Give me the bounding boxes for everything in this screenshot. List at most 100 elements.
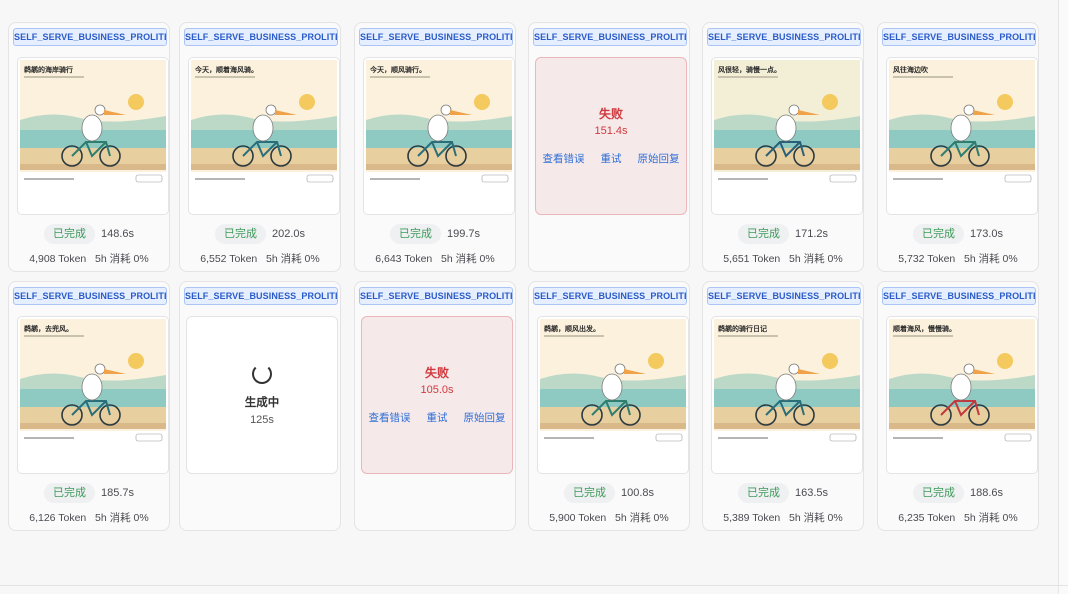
token-usage: 6,235 Token 5h 消耗 0% — [878, 510, 1038, 525]
thumbnail-preview: 顺着海风，慢慢骑。 — [889, 319, 1035, 449]
result-card-failed[interactable]: SELF_SERVE_BUSINESS_PROLITE 失败 105.0s 查看… — [354, 281, 516, 531]
poster-footer-button — [135, 433, 163, 442]
result-card[interactable]: SELF_SERVE_BUSINESS_PROLITE 鹈鹕，去兜风。 已完成 … — [8, 281, 170, 531]
duration: 148.6s — [100, 228, 135, 240]
poster-footer-text-line — [195, 178, 245, 180]
quota-usage: 5h 消耗 0% — [266, 253, 320, 265]
duration: 100.8s — [620, 487, 655, 499]
raw-response-link[interactable]: 原始回复 — [464, 410, 506, 425]
token-usage: 6,643 Token 5h 消耗 0% — [355, 251, 515, 266]
model-tag: SELF_SERVE_BUSINESS_PROLITE — [184, 287, 338, 305]
failure-duration: 105.0s — [420, 384, 454, 396]
view-error-link[interactable]: 查看错误 — [369, 410, 411, 425]
thumbnail-frame[interactable]: 鹈鹕，顺风出发。 — [537, 316, 689, 474]
thumbnail-preview: 鹈鹕，去兜风。 — [20, 319, 166, 449]
status-badge: 已完成 — [214, 224, 266, 244]
thumbnail-frame[interactable]: 鹈鹕，去兜风。 — [17, 316, 169, 474]
thumbnail-frame[interactable]: 鹈鹕的骑行日记 — [711, 316, 863, 474]
thumbnail-frame[interactable]: 今天，顺风骑行。 — [363, 57, 515, 215]
poster-subtitle-line — [718, 335, 778, 337]
result-card-failed[interactable]: SELF_SERVE_BUSINESS_PROLITE 失败 151.4s 查看… — [528, 22, 690, 272]
pelican-body-icon — [775, 114, 797, 142]
poster-footer-text-line — [893, 437, 943, 439]
sun-icon — [822, 353, 838, 369]
result-card-generating[interactable]: SELF_SERVE_BUSINESS_PROLITE 生成中 125s — [179, 281, 341, 531]
status-row: 已完成 188.6s — [878, 482, 1038, 504]
generating-panel: 生成中 125s — [186, 316, 338, 474]
poster-footer-button — [1004, 433, 1032, 442]
thumbnail-frame[interactable]: 风往海边吹 — [886, 57, 1038, 215]
poster-subtitle-line — [24, 76, 84, 78]
thumbnail-preview: 鹈鹕的海岸骑行 — [20, 60, 166, 190]
poster-title: 顺着海风，慢慢骑。 — [893, 324, 956, 333]
result-card[interactable]: SELF_SERVE_BUSINESS_PROLITE 风很轻，骑慢一点。 已完… — [702, 22, 864, 272]
poster-title: 鹈鹕的骑行日记 — [717, 324, 767, 333]
thumbnail-frame[interactable]: 鹈鹕的海岸骑行 — [17, 57, 169, 215]
pelican-head-icon — [788, 104, 800, 116]
status-badge: 已完成 — [737, 224, 789, 244]
model-tag: SELF_SERVE_BUSINESS_PROLITE — [882, 287, 1036, 305]
model-tag: SELF_SERVE_BUSINESS_PROLITE — [707, 287, 861, 305]
failure-panel: 失败 105.0s 查看错误 重试 原始回复 — [361, 316, 513, 474]
pelican-head-icon — [963, 363, 975, 375]
status-badge: 已完成 — [43, 483, 95, 503]
poster-road — [889, 423, 1035, 429]
page-scrollbar[interactable] — [1058, 0, 1068, 594]
quota-usage: 5h 消耗 0% — [95, 512, 149, 524]
poster-road — [714, 423, 860, 429]
raw-response-link[interactable]: 原始回复 — [638, 151, 680, 166]
poster-footer-text-line — [544, 437, 594, 439]
failure-actions: 查看错误 重试 原始回复 — [536, 151, 686, 166]
status-row: 已完成 185.7s — [9, 482, 169, 504]
token-count: 6,235 Token — [898, 512, 956, 524]
thumbnail-frame[interactable]: 顺着海风，慢慢骑。 — [886, 316, 1038, 474]
poster-road — [191, 164, 337, 170]
thumbnail-preview: 鹈鹕的骑行日记 — [714, 319, 860, 449]
failure-duration: 151.4s — [594, 125, 628, 137]
thumbnail-preview: 风往海边吹 — [889, 60, 1035, 190]
poster-title: 今天，顺着海风骑。 — [194, 65, 258, 74]
token-count: 6,643 Token — [375, 253, 433, 265]
thumbnail-frame[interactable]: 今天，顺着海风骑。 — [188, 57, 340, 215]
status-row: 已完成 171.2s — [703, 223, 863, 245]
pelican-head-icon — [265, 104, 277, 116]
model-tag: SELF_SERVE_BUSINESS_PROLITE — [13, 28, 167, 46]
thumbnail-frame[interactable]: 风很轻，骑慢一点。 — [711, 57, 863, 215]
result-card[interactable]: SELF_SERVE_BUSINESS_PROLITE 今天，顺风骑行。 已完成… — [354, 22, 516, 272]
status-badge: 已完成 — [912, 224, 964, 244]
generating-elapsed: 125s — [250, 414, 274, 426]
result-card[interactable]: SELF_SERVE_BUSINESS_PROLITE 鹈鹕的骑行日记 已完成 … — [702, 281, 864, 531]
status-row: 已完成 148.6s — [9, 223, 169, 245]
quota-usage: 5h 消耗 0% — [789, 512, 843, 524]
token-count: 5,900 Token — [549, 512, 607, 524]
pelican-body-icon — [950, 114, 972, 142]
poster-footer-button — [306, 174, 334, 183]
token-usage: 5,900 Token 5h 消耗 0% — [529, 510, 689, 525]
poster-title: 鹈鹕，去兜风。 — [23, 324, 73, 333]
pelican-body-icon — [775, 373, 797, 401]
status-badge: 已完成 — [389, 224, 441, 244]
sun-icon — [648, 353, 664, 369]
token-usage: 5,389 Token 5h 消耗 0% — [703, 510, 863, 525]
token-usage: 6,552 Token 5h 消耗 0% — [180, 251, 340, 266]
token-count: 6,552 Token — [200, 253, 258, 265]
result-card[interactable]: SELF_SERVE_BUSINESS_PROLITE 今天，顺着海风骑。 已完… — [179, 22, 341, 272]
result-card[interactable]: SELF_SERVE_BUSINESS_PROLITE 顺着海风，慢慢骑。 已完… — [877, 281, 1039, 531]
model-tag: SELF_SERVE_BUSINESS_PROLITE — [13, 287, 167, 305]
thumbnail-preview: 今天，顺着海风骑。 — [191, 60, 337, 190]
sun-icon — [128, 94, 144, 110]
token-count: 5,389 Token — [723, 512, 781, 524]
view-error-link[interactable]: 查看错误 — [543, 151, 585, 166]
quota-usage: 5h 消耗 0% — [95, 253, 149, 265]
result-card[interactable]: SELF_SERVE_BUSINESS_PROLITE 鹈鹕的海岸骑行 已完成 … — [8, 22, 170, 272]
result-card[interactable]: SELF_SERVE_BUSINESS_PROLITE 风往海边吹 已完成 17… — [877, 22, 1039, 272]
model-tag: SELF_SERVE_BUSINESS_PROLITE — [533, 28, 687, 46]
status-badge: 已完成 — [912, 483, 964, 503]
retry-link[interactable]: 重试 — [427, 410, 448, 425]
model-tag: SELF_SERVE_BUSINESS_PROLITE — [359, 28, 513, 46]
result-card[interactable]: SELF_SERVE_BUSINESS_PROLITE 鹈鹕，顺风出发。 已完成… — [528, 281, 690, 531]
retry-link[interactable]: 重试 — [601, 151, 622, 166]
pelican-body-icon — [950, 373, 972, 401]
status-row: 已完成 199.7s — [355, 223, 515, 245]
poster-footer-text-line — [718, 178, 768, 180]
